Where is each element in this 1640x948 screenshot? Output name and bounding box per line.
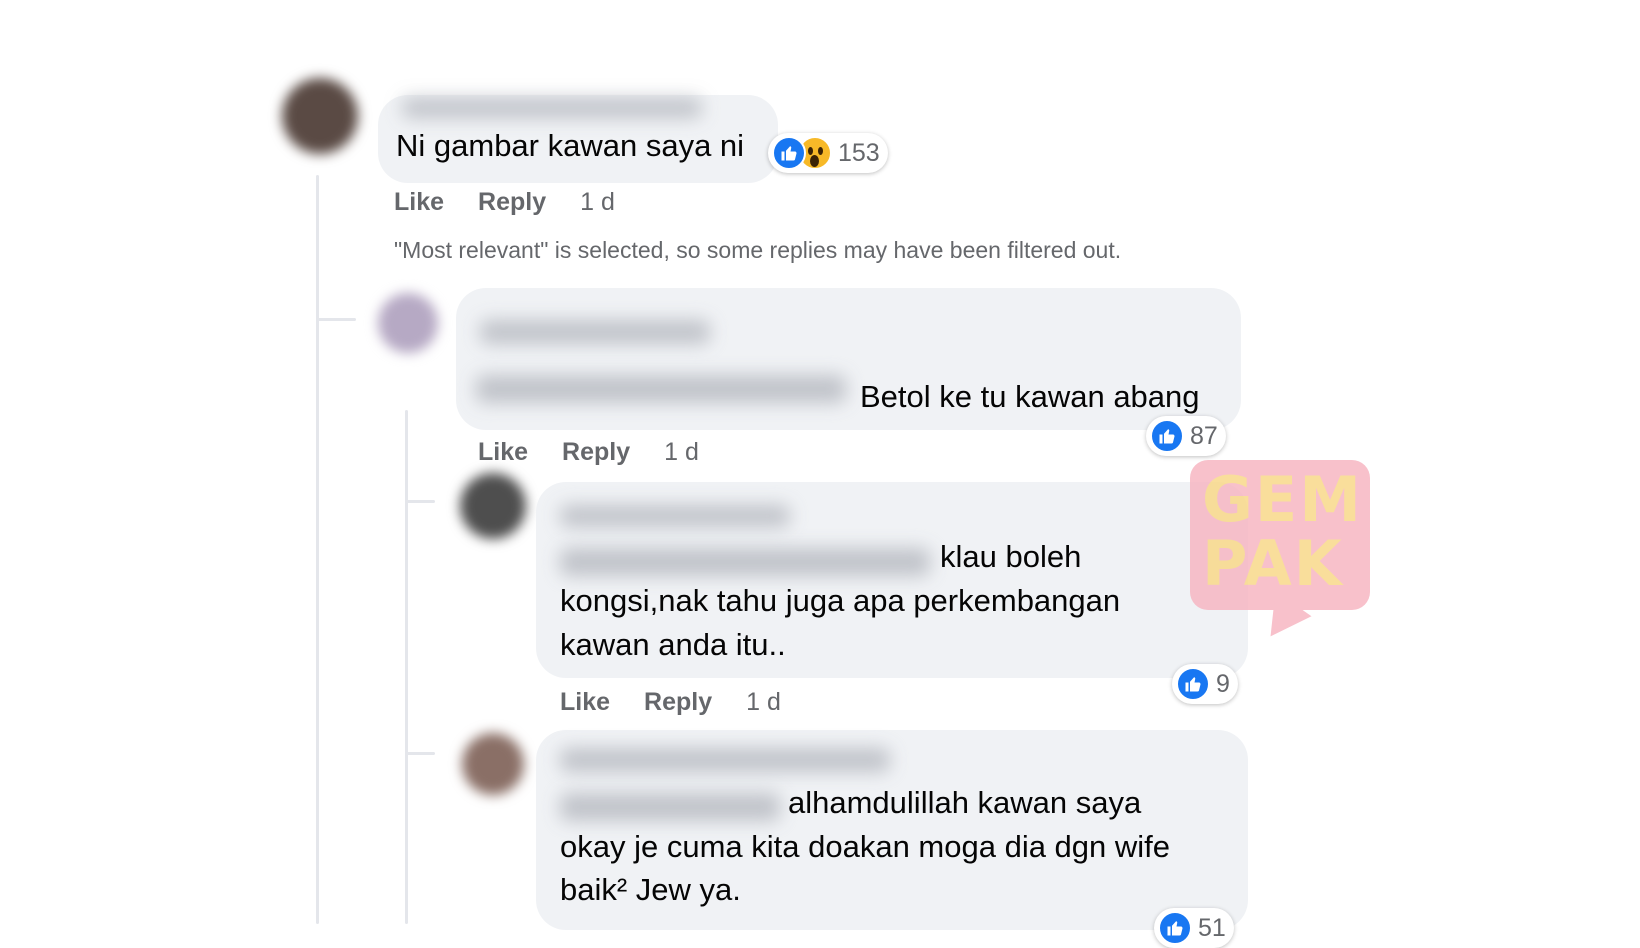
reply-button[interactable]: Reply — [478, 188, 546, 217]
reaction-pill[interactable]: 51 — [1154, 908, 1234, 948]
reaction-count: 87 — [1190, 421, 1218, 450]
author-name-blurred[interactable] — [560, 505, 790, 527]
author-name-blurred[interactable] — [480, 320, 710, 344]
comment-text-line: okay je cuma kita doakan moga dia dgn wi… — [560, 829, 1171, 864]
like-icon — [1176, 667, 1210, 701]
like-icon — [1158, 911, 1192, 945]
like-icon — [1150, 419, 1184, 453]
like-button[interactable]: Like — [394, 188, 444, 217]
like-button[interactable]: Like — [560, 688, 610, 717]
mention-blurred[interactable] — [560, 793, 780, 821]
mention-blurred[interactable] — [476, 375, 846, 403]
avatar[interactable] — [462, 733, 524, 795]
avatar[interactable] — [378, 293, 438, 353]
mention-blurred[interactable] — [560, 548, 930, 576]
timestamp[interactable]: 1 d — [580, 188, 615, 217]
filter-note: "Most relevant" is selected, so some rep… — [394, 237, 1122, 263]
reaction-count: 9 — [1216, 669, 1230, 698]
timestamp[interactable]: 1 d — [664, 438, 699, 467]
reaction-pill[interactable]: 153 — [768, 133, 888, 173]
thread-line-main — [316, 175, 319, 924]
reaction-count: 153 — [838, 138, 880, 167]
thread-line-nested-branch-2 — [405, 752, 435, 755]
comment-actions: Like Reply 1 d — [560, 688, 781, 717]
avatar[interactable] — [282, 78, 358, 154]
comment-text: Betol ke tu kawan abang — [860, 379, 1200, 414]
reaction-pill[interactable]: 87 — [1146, 416, 1226, 456]
reaction-pill[interactable]: 9 — [1172, 664, 1238, 704]
comment-actions: Like Reply 1 d — [478, 438, 699, 467]
comment-actions: Like Reply 1 d — [394, 188, 615, 217]
gempak-watermark-logo: GEM PAK — [1190, 460, 1370, 650]
reply-button[interactable]: Reply — [562, 438, 630, 467]
comment-text-line: kongsi,nak tahu juga apa perkembangan — [560, 583, 1121, 618]
avatar[interactable] — [460, 473, 526, 539]
timestamp[interactable]: 1 d — [746, 688, 781, 717]
comment-text: Ni gambar kawan saya ni — [396, 128, 745, 163]
author-name-blurred[interactable] — [560, 748, 890, 772]
comment-text-line: klau boleh — [940, 539, 1082, 574]
thread-line-nested — [405, 410, 408, 924]
thread-line-branch — [316, 318, 356, 321]
like-icon — [772, 136, 806, 170]
comment-text-line: alhamdulillah kawan saya — [788, 785, 1142, 820]
like-button[interactable]: Like — [478, 438, 528, 467]
comment-text-line: kawan anda itu.. — [560, 627, 786, 662]
author-name-blurred[interactable] — [402, 98, 702, 118]
thread-line-nested-branch-1 — [405, 500, 435, 503]
comment-text-line: baik² Jew ya. — [560, 872, 741, 907]
reaction-count: 51 — [1198, 913, 1226, 942]
reply-button[interactable]: Reply — [644, 688, 712, 717]
